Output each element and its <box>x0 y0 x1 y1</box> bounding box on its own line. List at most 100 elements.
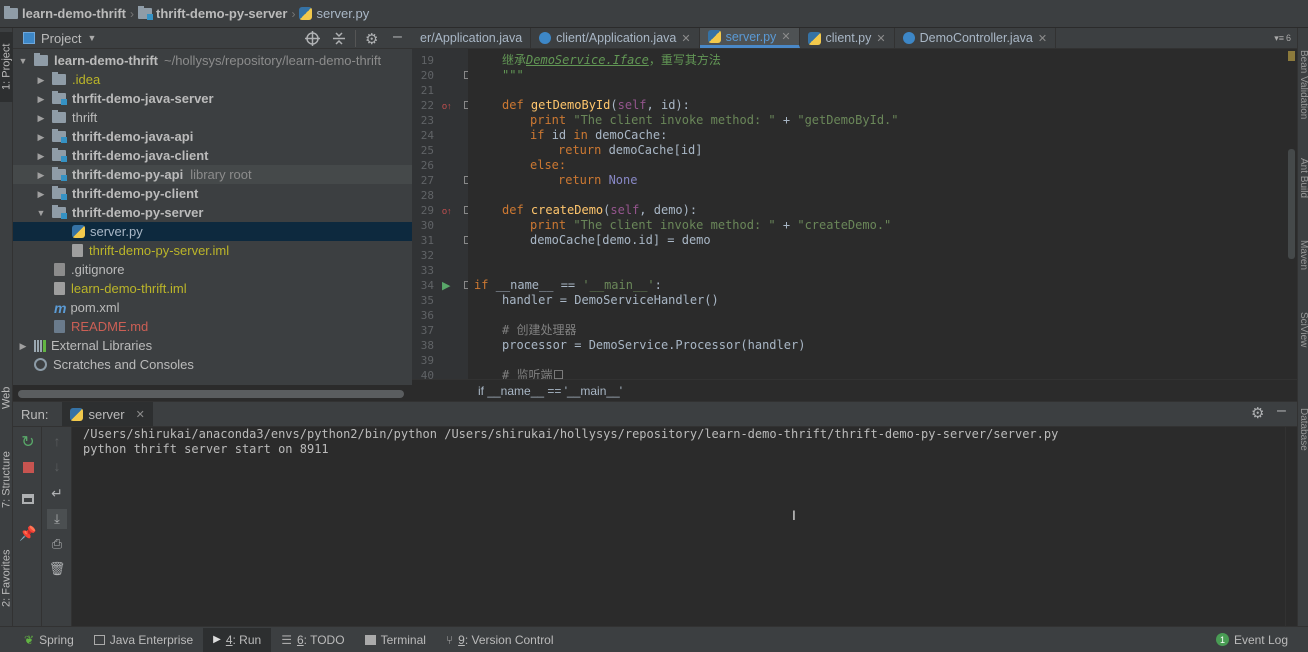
tool-window-todo[interactable]: ☰ 6: TODO <box>271 628 354 652</box>
pin-icon[interactable]: 📌 <box>19 525 36 541</box>
code-line-40: # 监听端口 <box>502 368 565 379</box>
tool-window-run[interactable]: ▶ 4: Run <box>203 627 272 652</box>
tab-server-py[interactable]: server.py ✕ <box>699 28 800 48</box>
line-number: 33 <box>420 264 434 277</box>
run-console[interactable]: /Users/shirukai/anaconda3/envs/python2/b… <box>72 427 1285 626</box>
code-editor[interactable]: 继承DemoService.Iface，重写其方法 """ def getDem… <box>468 49 1286 379</box>
tree-item-scratches-and-consoles[interactable]: Scratches and Consoles <box>13 355 412 374</box>
arrow-down-icon[interactable]: ↓ <box>49 458 65 474</box>
close-icon[interactable]: ✕ <box>136 408 145 421</box>
java-enterprise-icon <box>93 634 105 645</box>
tool-tab-maven[interactable]: Maven <box>1298 240 1308 290</box>
tab-client-py[interactable]: client.py ✕ <box>800 28 895 48</box>
stop-icon[interactable] <box>20 459 36 475</box>
minimize-icon[interactable]: – <box>393 28 402 46</box>
run-config-tab[interactable]: server ✕ <box>62 402 153 426</box>
minimize-icon[interactable]: – <box>1277 402 1286 420</box>
tree-item-thrift[interactable]: ▶ thrift <box>13 108 412 127</box>
trash-icon[interactable]: 🗑 <box>49 561 66 577</box>
spring-icon: ❦ <box>24 632 35 647</box>
line-number: 21 <box>420 84 434 97</box>
line-number: 34 <box>420 279 434 292</box>
navigation-bar: learn-demo-thrift › thrift-demo-py-serve… <box>0 0 1308 28</box>
chevron-right-icon[interactable]: ▶ <box>36 151 46 161</box>
gear-icon[interactable]: ⚙ <box>1251 404 1264 422</box>
chevron-right-icon[interactable]: ▶ <box>36 75 46 85</box>
breadcrumb-file[interactable]: server.py <box>299 6 369 21</box>
chevron-right-icon[interactable]: ▶ <box>36 132 46 142</box>
chevron-down-icon[interactable]: ▼ <box>18 56 28 66</box>
project-horizontal-scrollbar[interactable] <box>18 390 404 398</box>
chevron-down-icon[interactable]: ▼ <box>87 33 96 43</box>
close-icon[interactable]: ✕ <box>876 32 885 45</box>
chevron-right-icon[interactable]: ▶ <box>36 94 46 104</box>
override-marker-icon[interactable]: o↑ <box>442 206 452 216</box>
warning-marker[interactable] <box>1288 51 1295 61</box>
tab-server-application-java[interactable]: er/Application.java <box>412 28 532 48</box>
tool-window-java-enterprise[interactable]: Java Enterprise <box>84 628 203 652</box>
chevron-right-icon[interactable]: ▶ <box>36 189 46 199</box>
tab-overflow-button[interactable]: ▾≡ 6 <box>1274 28 1297 48</box>
tool-tab-sciview[interactable]: SciView <box>1298 312 1308 367</box>
chevron-right-icon[interactable]: ▶ <box>18 341 28 351</box>
tree-item-project-root[interactable]: ▼ learn-demo-thrift ~/hollysys/repositor… <box>13 51 412 70</box>
tree-item-learn-demo-thrift-iml[interactable]: learn-demo-thrift.iml <box>13 279 412 298</box>
scroll-to-end-icon[interactable]: ⤓ <box>47 509 67 529</box>
tree-item-external-libraries[interactable]: ▶ External Libraries <box>13 336 412 355</box>
tree-item-readme-md[interactable]: README.md <box>13 317 412 336</box>
tree-item-pom-xml[interactable]: m pom.xml <box>13 298 412 317</box>
tree-item-thrift-demo-py-client[interactable]: ▶ thrift-demo-py-client <box>13 184 412 203</box>
close-icon[interactable]: ✕ <box>781 30 790 43</box>
tool-tab-project[interactable]: 1: Project <box>0 32 13 102</box>
tree-item-server-py[interactable]: server.py <box>13 222 412 241</box>
print-icon[interactable]: ⎙ <box>49 536 65 552</box>
close-icon[interactable]: ✕ <box>1038 32 1047 45</box>
tree-item-thrift-demo-java-client[interactable]: ▶ thrift-demo-java-client <box>13 146 412 165</box>
chevron-right-icon[interactable]: ▶ <box>36 113 46 123</box>
tree-item-thrift-demo-py-api[interactable]: ▶ thrift-demo-py-api library root <box>13 165 412 184</box>
editor-scrollbar[interactable] <box>1286 49 1297 379</box>
tree-item-gitignore[interactable]: .gitignore <box>13 260 412 279</box>
tab-democontroller-java[interactable]: DemoController.java ✕ <box>895 28 1057 48</box>
tool-window-version-control[interactable]: ⑂ 9: Version Control <box>436 628 564 652</box>
tree-item-thrfit-demo-java-server[interactable]: ▶ thrfit-demo-java-server <box>13 89 412 108</box>
run-gutter-icon[interactable]: ▶ <box>442 279 450 292</box>
tool-tab-structure[interactable]: 7: Structure <box>0 440 13 520</box>
tool-tab-web[interactable]: Web <box>0 378 13 418</box>
tool-tab-database[interactable]: Database <box>1298 408 1308 468</box>
code-line-29: def createDemo(self, demo): <box>502 203 698 217</box>
code-line-38: processor = DemoService.Processor(handle… <box>502 338 806 352</box>
tree-item-thrift-demo-py-server-iml[interactable]: thrift-demo-py-server.iml <box>13 241 412 260</box>
run-panel-header: Run: server ✕ ⚙ – <box>13 401 1297 427</box>
tree-item-thrift-demo-java-api[interactable]: ▶ thrift-demo-java-api <box>13 127 412 146</box>
chevron-right-icon[interactable]: ▶ <box>36 170 46 180</box>
tool-tab-ant-build[interactable]: Ant Build <box>1298 158 1308 218</box>
scroll-thumb[interactable] <box>1288 149 1295 259</box>
layout-icon[interactable] <box>20 491 36 507</box>
chevron-down-icon[interactable]: ▼ <box>36 208 46 218</box>
editor-gutter: 19 20 21 22 23 24 25 26 27 28 29 30 31 3… <box>412 49 468 379</box>
breadcrumb-module[interactable]: thrift-demo-py-server <box>138 6 287 21</box>
code-line-20: """ <box>502 68 524 82</box>
close-icon[interactable]: ✕ <box>681 32 690 45</box>
gear-icon[interactable]: ⚙ <box>365 30 378 48</box>
project-view-title[interactable]: Project <box>41 31 81 46</box>
override-marker-icon[interactable]: o↑ <box>442 101 452 111</box>
tree-item-idea[interactable]: ▶ .idea <box>13 70 412 89</box>
breadcrumb-project[interactable]: learn-demo-thrift <box>4 6 126 21</box>
locate-icon[interactable] <box>305 31 320 46</box>
collapse-all-icon[interactable] <box>332 31 346 46</box>
tool-tab-bean-validation[interactable]: Bean Validation <box>1298 50 1308 130</box>
console-scrollbar[interactable] <box>1285 427 1297 626</box>
line-number: 37 <box>420 324 434 337</box>
editor-breadcrumb[interactable]: if __name__ == '__main__' <box>412 379 1297 401</box>
rerun-icon[interactable]: ↻ <box>20 434 36 451</box>
arrow-up-icon[interactable]: ↑ <box>49 433 65 449</box>
tool-window-terminal[interactable]: Terminal <box>355 628 436 652</box>
tree-item-thrift-demo-py-server[interactable]: ▼ thrift-demo-py-server <box>13 203 412 222</box>
tool-tab-favorites[interactable]: 2: Favorites <box>0 538 13 618</box>
tool-window-event-log[interactable]: 1 Event Log <box>1206 628 1308 652</box>
tab-client-application-java[interactable]: client/Application.java ✕ <box>531 28 700 48</box>
tool-window-spring[interactable]: ❦ Spring <box>14 628 84 652</box>
soft-wrap-icon[interactable]: ↵ <box>49 485 65 501</box>
